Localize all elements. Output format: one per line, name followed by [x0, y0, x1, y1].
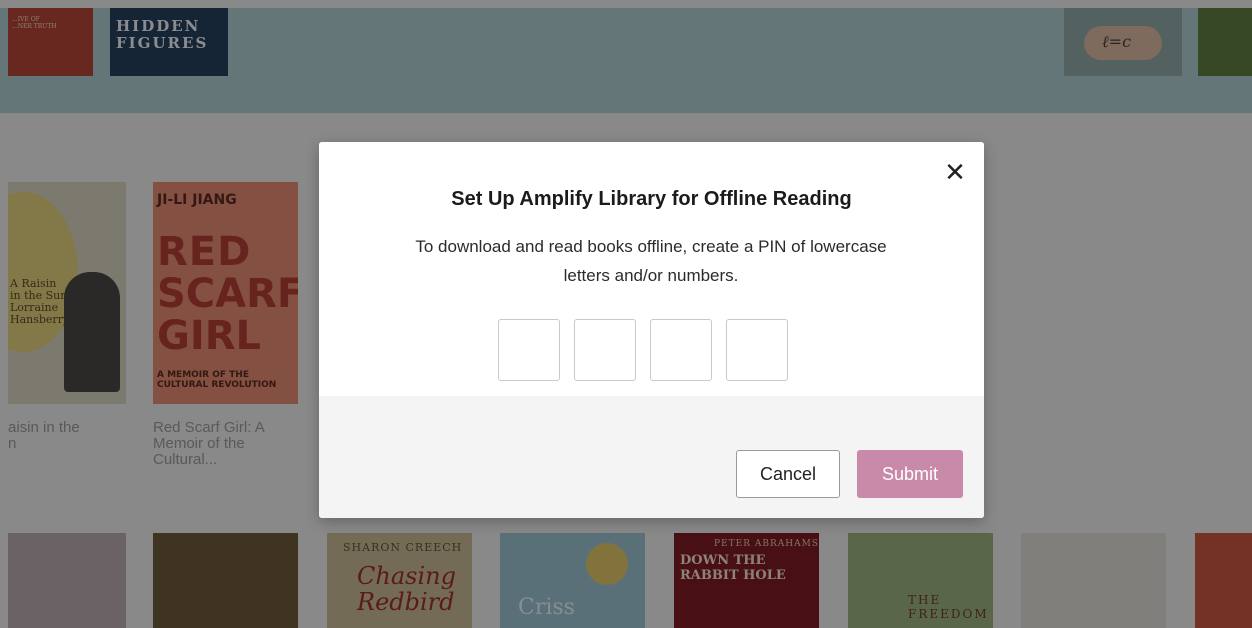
pin-digit-1-input[interactable]: [498, 319, 560, 381]
submit-button[interactable]: Submit: [857, 450, 963, 498]
dialog-description: To download and read books offline, crea…: [415, 237, 887, 285]
offline-reading-dialog: ✕ Set Up Amplify Library for Offline Rea…: [319, 142, 984, 518]
cancel-button[interactable]: Cancel: [736, 450, 840, 498]
pin-digit-3-input[interactable]: [650, 319, 712, 381]
pin-digit-4-input[interactable]: [726, 319, 788, 381]
pin-digit-2-input[interactable]: [574, 319, 636, 381]
dialog-title: Set Up Amplify Library for Offline Readi…: [451, 188, 852, 210]
close-icon[interactable]: ✕: [943, 159, 967, 185]
pin-input-group: [498, 319, 798, 383]
